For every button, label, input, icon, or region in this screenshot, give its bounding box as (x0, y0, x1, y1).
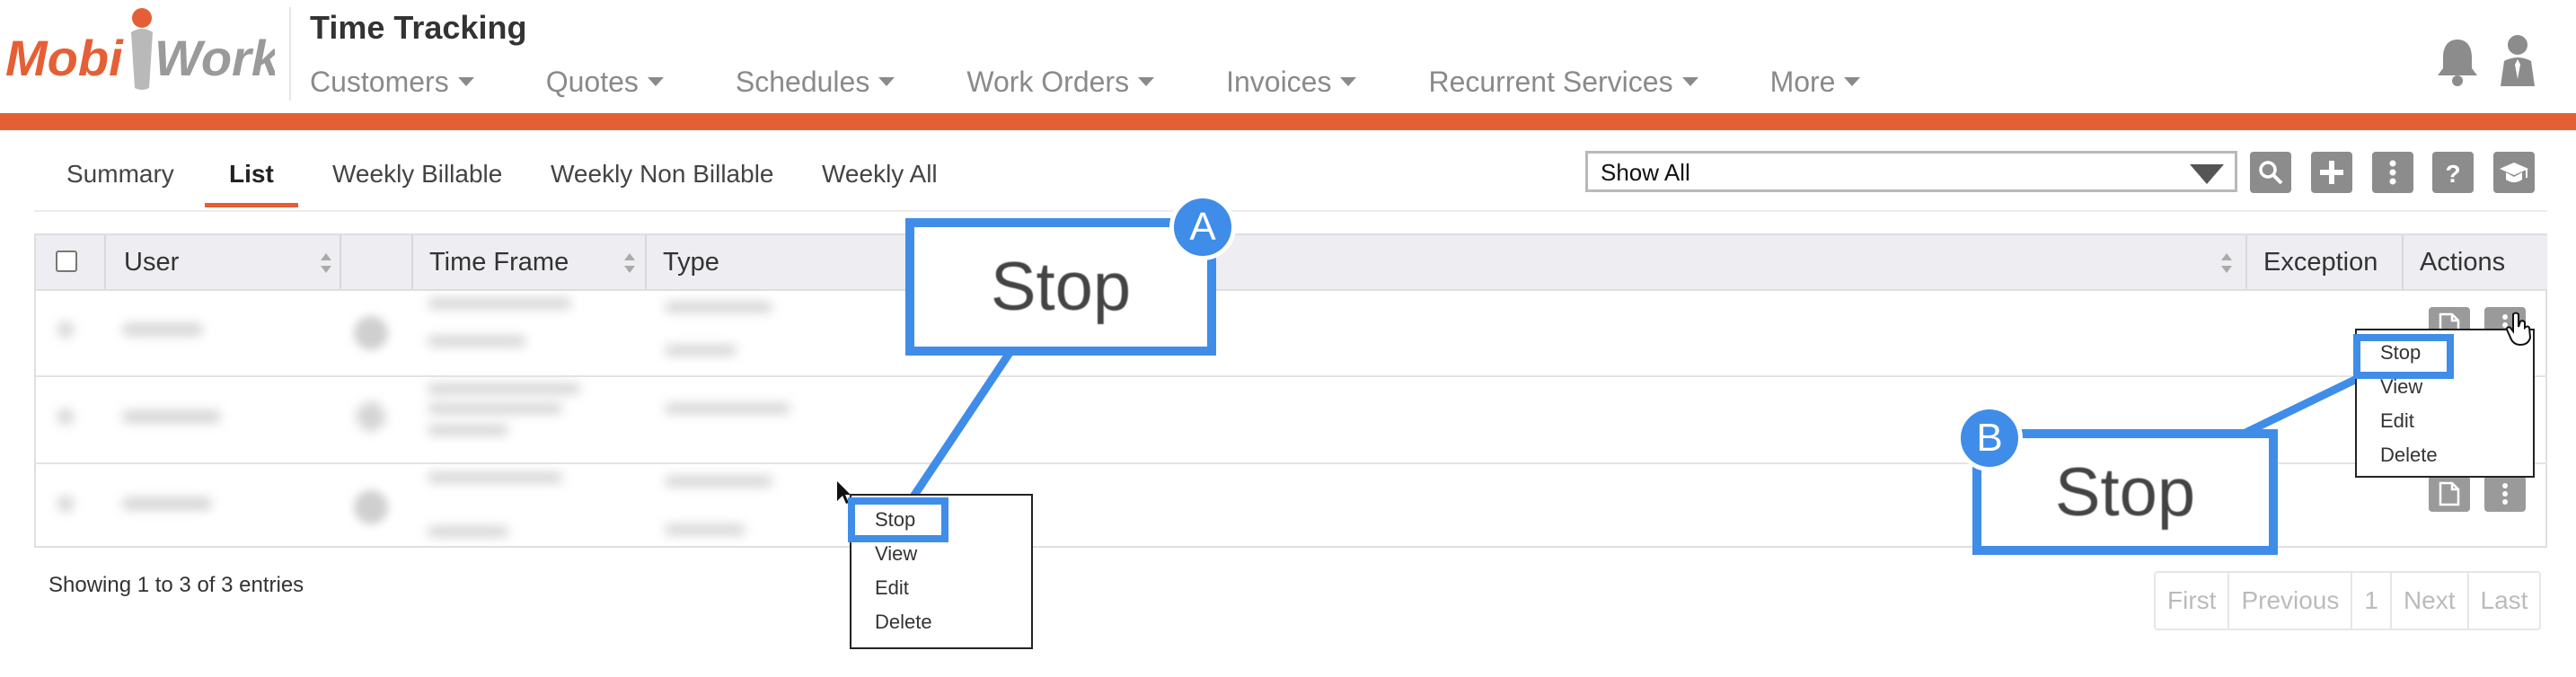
menu-item-edit[interactable]: Edit (875, 576, 909, 600)
callout-a-box: Stop (905, 218, 1216, 356)
callout-b-text: Stop (2054, 453, 2196, 531)
callout-b-connector (2244, 373, 2362, 437)
highlight-stop-a (848, 497, 948, 542)
callout-b-badge: B (1956, 405, 2023, 471)
callout-a-badge: A (1169, 194, 1236, 260)
menu-item-view[interactable]: View (875, 542, 917, 566)
hand-cursor-icon (2505, 312, 2532, 347)
callout-connectors (908, 347, 2362, 502)
menu-item-edit[interactable]: Edit (2380, 409, 2414, 433)
callout-a-text: Stop (990, 249, 1132, 325)
callout-a-connector (908, 347, 1015, 502)
highlight-stop-b (2353, 334, 2454, 379)
menu-item-delete[interactable]: Delete (875, 611, 932, 634)
menu-item-delete[interactable]: Delete (2380, 444, 2438, 467)
